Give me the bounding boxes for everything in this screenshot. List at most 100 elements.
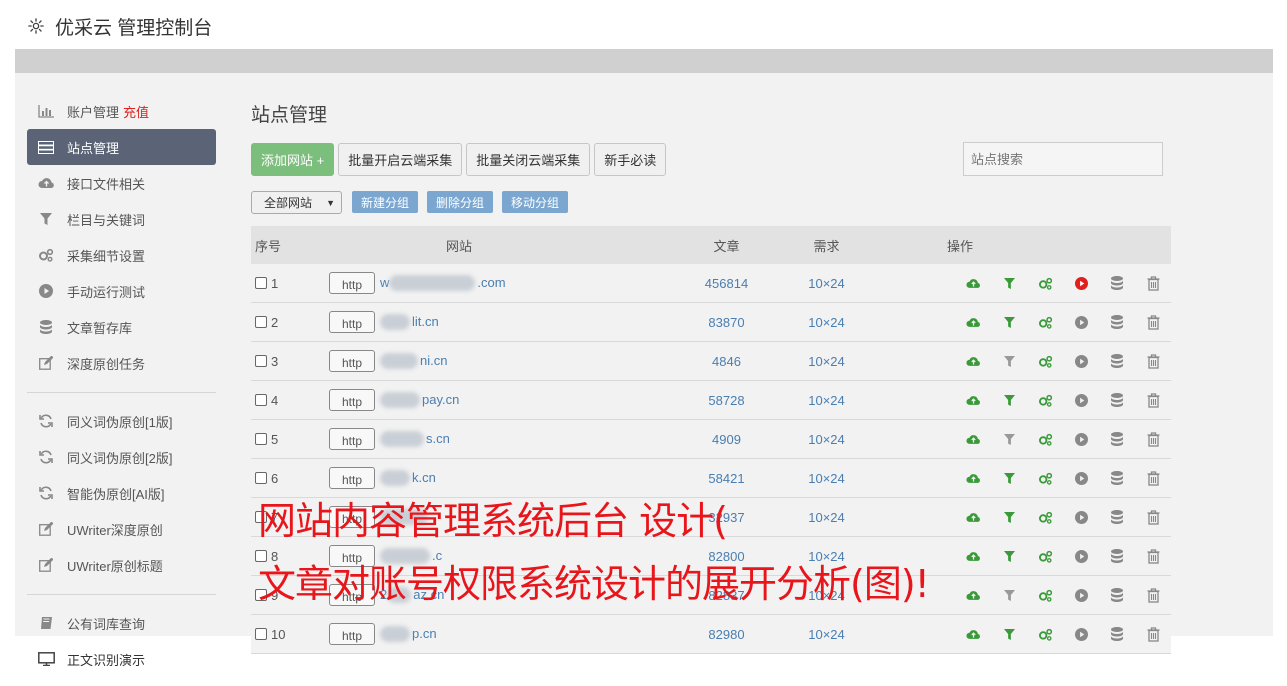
filter-icon[interactable] bbox=[991, 628, 1027, 640]
play-icon[interactable] bbox=[1063, 432, 1099, 446]
row-checkbox[interactable] bbox=[255, 316, 267, 328]
row-demand[interactable]: 10×24 bbox=[784, 627, 869, 642]
database-icon[interactable] bbox=[1099, 471, 1135, 485]
play-icon[interactable] bbox=[1063, 276, 1099, 290]
cloud-upload-icon[interactable] bbox=[955, 356, 991, 367]
cloud-upload-icon[interactable] bbox=[955, 395, 991, 406]
database-icon[interactable] bbox=[1099, 276, 1135, 290]
play-icon[interactable] bbox=[1063, 471, 1099, 485]
database-icon[interactable] bbox=[1099, 315, 1135, 329]
row-checkbox[interactable] bbox=[255, 472, 267, 484]
add-site-button[interactable]: 添加网站 + bbox=[251, 142, 335, 176]
row-demand[interactable]: 10×24 bbox=[784, 471, 869, 486]
sidebar-item-synonym-v1[interactable]: 同义词伪原创[1版] bbox=[27, 403, 216, 439]
row-demand[interactable]: 10×24 bbox=[784, 354, 869, 369]
trash-icon[interactable] bbox=[1135, 353, 1171, 369]
sidebar-item-article-storage[interactable]: 文章暂存库 bbox=[27, 309, 216, 345]
play-icon[interactable] bbox=[1063, 354, 1099, 368]
site-domain-link[interactable]: ni.cn bbox=[380, 353, 447, 370]
database-icon[interactable] bbox=[1099, 627, 1135, 641]
sidebar-item-manual-run[interactable]: 手动运行测试 bbox=[27, 273, 216, 309]
trash-icon[interactable] bbox=[1135, 470, 1171, 486]
filter-icon[interactable] bbox=[991, 277, 1027, 289]
cogs-icon[interactable] bbox=[1027, 277, 1063, 290]
row-articles[interactable]: 58421 bbox=[669, 471, 784, 486]
play-icon[interactable] bbox=[1063, 549, 1099, 563]
filter-icon[interactable] bbox=[991, 589, 1027, 601]
trash-icon[interactable] bbox=[1135, 548, 1171, 564]
row-articles[interactable]: 82980 bbox=[669, 627, 784, 642]
sidebar-item-interface-files[interactable]: 接口文件相关 bbox=[27, 165, 216, 201]
row-demand[interactable]: 10×24 bbox=[784, 393, 869, 408]
row-demand[interactable]: 10×24 bbox=[784, 276, 869, 291]
play-icon[interactable] bbox=[1063, 315, 1099, 329]
cogs-icon[interactable] bbox=[1027, 550, 1063, 563]
sidebar-item-public-lexicon[interactable]: 公有词库查询 bbox=[27, 605, 216, 641]
filter-icon[interactable] bbox=[991, 511, 1027, 523]
row-checkbox[interactable] bbox=[255, 355, 267, 367]
cogs-icon[interactable] bbox=[1027, 589, 1063, 602]
row-demand[interactable]: 10×24 bbox=[784, 510, 869, 525]
sidebar-item-synonym-v2[interactable]: 同义词伪原创[2版] bbox=[27, 439, 216, 475]
sidebar-item-sites[interactable]: 站点管理 bbox=[27, 129, 216, 165]
site-domain-link[interactable]: p.cn bbox=[380, 626, 437, 643]
delete-group-button[interactable]: 删除分组 bbox=[427, 191, 494, 213]
cogs-icon[interactable] bbox=[1027, 316, 1063, 329]
beginner-guide-button[interactable]: 新手必读 bbox=[594, 142, 667, 176]
row-checkbox[interactable] bbox=[255, 394, 267, 406]
cogs-icon[interactable] bbox=[1027, 355, 1063, 368]
site-domain-link[interactable]: pay.cn bbox=[380, 392, 459, 409]
site-domain-link[interactable]: k.cn bbox=[380, 470, 436, 487]
sidebar-item-columns-keywords[interactable]: 栏目与关键词 bbox=[27, 201, 216, 237]
filter-icon[interactable] bbox=[991, 316, 1027, 328]
row-checkbox[interactable] bbox=[255, 277, 267, 289]
recharge-link[interactable]: 充值 bbox=[123, 102, 149, 121]
database-icon[interactable] bbox=[1099, 549, 1135, 563]
database-icon[interactable] bbox=[1099, 510, 1135, 524]
site-search-input[interactable] bbox=[963, 142, 1163, 176]
sidebar-item-text-recognition[interactable]: 正文识别演示 bbox=[27, 641, 216, 677]
cloud-upload-icon[interactable] bbox=[955, 512, 991, 523]
filter-icon[interactable] bbox=[991, 355, 1027, 367]
row-checkbox[interactable] bbox=[255, 628, 267, 640]
cogs-icon[interactable] bbox=[1027, 511, 1063, 524]
play-icon[interactable] bbox=[1063, 393, 1099, 407]
batch-open-cloud-button[interactable]: 批量开启云端采集 bbox=[338, 142, 463, 176]
database-icon[interactable] bbox=[1099, 393, 1135, 407]
filter-icon[interactable] bbox=[991, 394, 1027, 406]
database-icon[interactable] bbox=[1099, 432, 1135, 446]
batch-close-cloud-button[interactable]: 批量关闭云端采集 bbox=[466, 142, 591, 176]
gear-icon[interactable] bbox=[27, 17, 45, 35]
row-checkbox[interactable] bbox=[255, 433, 267, 445]
trash-icon[interactable] bbox=[1135, 431, 1171, 447]
cloud-upload-icon[interactable] bbox=[955, 590, 991, 601]
row-articles[interactable]: 83870 bbox=[669, 315, 784, 330]
cloud-upload-icon[interactable] bbox=[955, 278, 991, 289]
play-icon[interactable] bbox=[1063, 588, 1099, 602]
sidebar-item-collect-settings[interactable]: 采集细节设置 bbox=[27, 237, 216, 273]
trash-icon[interactable] bbox=[1135, 626, 1171, 642]
site-domain-link[interactable]: s.cn bbox=[380, 431, 450, 448]
database-icon[interactable] bbox=[1099, 588, 1135, 602]
trash-icon[interactable] bbox=[1135, 392, 1171, 408]
cloud-upload-icon[interactable] bbox=[955, 434, 991, 445]
trash-icon[interactable] bbox=[1135, 509, 1171, 525]
cogs-icon[interactable] bbox=[1027, 433, 1063, 446]
new-group-button[interactable]: 新建分组 bbox=[352, 191, 419, 213]
cloud-upload-icon[interactable] bbox=[955, 317, 991, 328]
site-domain-link[interactable]: w .com bbox=[380, 275, 506, 292]
cogs-icon[interactable] bbox=[1027, 472, 1063, 485]
cogs-icon[interactable] bbox=[1027, 394, 1063, 407]
cogs-icon[interactable] bbox=[1027, 628, 1063, 641]
filter-icon[interactable] bbox=[991, 472, 1027, 484]
play-icon[interactable] bbox=[1063, 627, 1099, 641]
database-icon[interactable] bbox=[1099, 354, 1135, 368]
cloud-upload-icon[interactable] bbox=[955, 629, 991, 640]
trash-icon[interactable] bbox=[1135, 314, 1171, 330]
filter-icon[interactable] bbox=[991, 550, 1027, 562]
cloud-upload-icon[interactable] bbox=[955, 551, 991, 562]
row-articles[interactable]: 456814 bbox=[669, 276, 784, 291]
sidebar-item-uwriter-title[interactable]: UWriter原创标题 bbox=[27, 547, 216, 583]
move-group-button[interactable]: 移动分组 bbox=[502, 191, 569, 213]
row-articles[interactable]: 4846 bbox=[669, 354, 784, 369]
